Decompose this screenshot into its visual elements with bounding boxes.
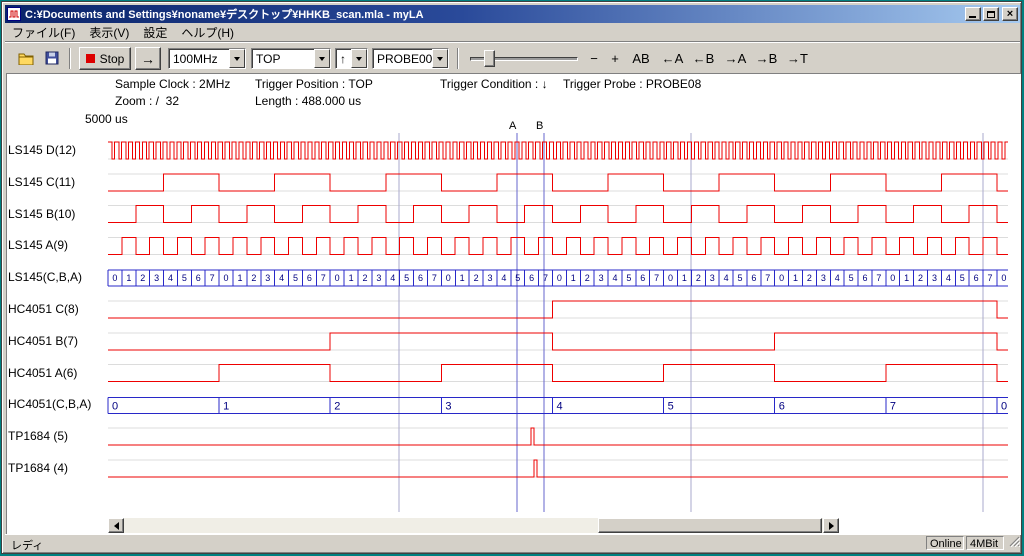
zoom-slider[interactable]	[468, 49, 580, 69]
menu-help[interactable]: ヘルプ(H)	[174, 22, 241, 42]
goto-marker-a-button[interactable]: ←A	[658, 49, 687, 68]
folder-open-icon	[18, 52, 34, 65]
run-button[interactable]: →	[135, 47, 161, 70]
zoom-in-button[interactable]: +	[605, 49, 625, 68]
floppy-save-icon	[45, 51, 59, 65]
trigger-probe-value: PROBE00	[373, 52, 432, 66]
stop-label: Stop	[100, 52, 125, 66]
ab-button[interactable]: AB	[628, 49, 654, 68]
resize-grip[interactable]	[1008, 535, 1020, 550]
toolbar-separator	[69, 48, 71, 69]
minimize-button[interactable]	[965, 7, 981, 21]
trigger-probe-combo[interactable]: PROBE00	[372, 48, 449, 69]
chevron-down-icon[interactable]	[432, 49, 448, 68]
scrollbar-thumb[interactable]	[598, 518, 822, 533]
statusbar: レディ Online 4MBit	[5, 534, 1020, 550]
open-file-button[interactable]	[14, 47, 38, 69]
stop-button[interactable]: Stop	[79, 47, 131, 70]
menubar: ファイル(F) 表示(V) 設定 ヘルプ(H)	[5, 23, 1020, 41]
zoom-out-button[interactable]: −	[584, 49, 604, 68]
maximize-icon	[987, 11, 995, 18]
menu-file[interactable]: ファイル(F)	[5, 22, 82, 42]
status-online: Online	[926, 536, 964, 550]
set-marker-a-button[interactable]: →A	[721, 49, 750, 68]
menu-settings[interactable]: 設定	[136, 22, 174, 42]
maximize-button[interactable]	[983, 7, 999, 21]
trigger-edge-value: ↑	[336, 52, 351, 66]
scrollbar-track[interactable]	[124, 518, 823, 533]
set-marker-b-button[interactable]: →B	[752, 49, 781, 68]
titlebar[interactable]: C:¥Documents and Settings¥noname¥デスクトップ¥…	[5, 5, 1020, 23]
scroll-left-button[interactable]	[108, 518, 124, 533]
run-arrow-icon: →	[141, 51, 155, 67]
trigger-edge-combo[interactable]: ↑	[335, 48, 368, 69]
save-button[interactable]	[40, 47, 64, 69]
chevron-down-icon[interactable]	[351, 49, 367, 68]
goto-trigger-button[interactable]: →T	[784, 49, 811, 68]
chevron-down-icon[interactable]	[229, 49, 245, 68]
scroll-right-button[interactable]	[823, 518, 839, 533]
toolbar-separator	[457, 48, 459, 69]
sample-rate-combo[interactable]: 100MHz	[168, 48, 246, 69]
menu-view[interactable]: 表示(V)	[82, 22, 136, 42]
close-button[interactable]: ×	[1002, 7, 1018, 21]
horizontal-scrollbar[interactable]	[108, 518, 839, 533]
trigger-position-combo[interactable]: TOP	[251, 48, 331, 69]
trigger-position-value: TOP	[252, 52, 314, 66]
arrow-right-icon	[829, 522, 838, 530]
chevron-down-icon[interactable]	[314, 49, 330, 68]
arrow-left-icon	[110, 522, 119, 530]
status-memory: 4MBit	[966, 536, 1004, 550]
minimize-icon	[969, 16, 976, 18]
app-window: C:¥Documents and Settings¥noname¥デスクトップ¥…	[1, 1, 1022, 554]
goto-marker-b-button[interactable]: ←B	[689, 49, 718, 68]
waveform-area[interactable]	[6, 73, 1021, 535]
slider-thumb[interactable]	[484, 50, 495, 67]
divider	[5, 41, 1020, 43]
status-message: レディ	[11, 537, 43, 553]
sample-rate-value: 100MHz	[169, 52, 229, 66]
window-title: C:¥Documents and Settings¥noname¥デスクトップ¥…	[25, 6, 963, 22]
stop-icon	[86, 54, 95, 63]
app-icon	[7, 7, 21, 21]
